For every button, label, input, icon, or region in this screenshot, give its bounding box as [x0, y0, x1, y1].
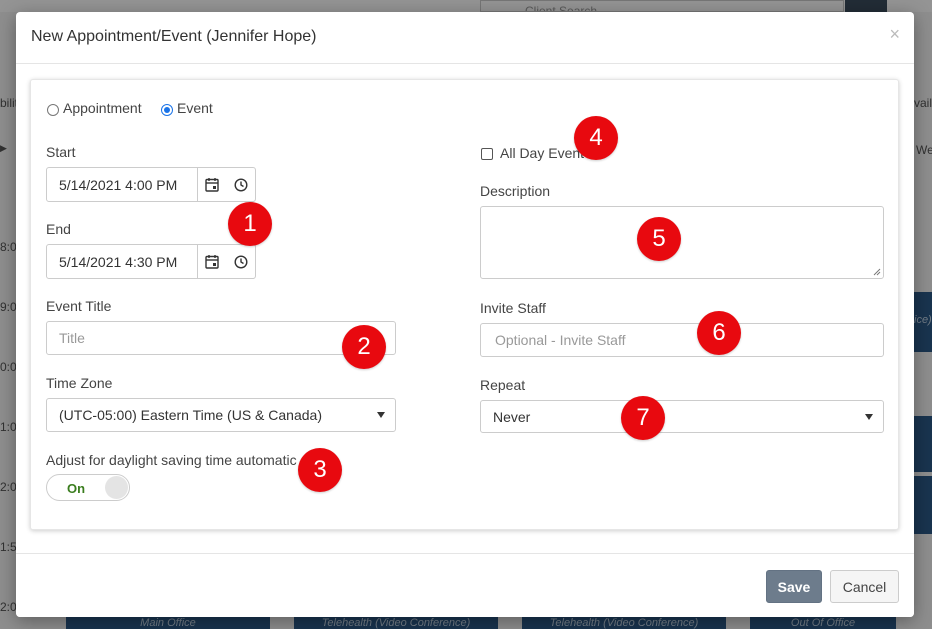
appointment-radio-label[interactable]: Appointment — [63, 100, 142, 116]
clock-icon[interactable] — [226, 168, 255, 201]
dst-toggle-label: On — [67, 481, 86, 496]
close-icon[interactable]: × — [889, 24, 900, 45]
cancel-button[interactable]: Cancel — [830, 570, 899, 603]
dst-label: Adjust for daylight saving time automati… — [46, 452, 297, 468]
calendar-icon[interactable] — [197, 245, 226, 278]
toggle-knob — [105, 476, 128, 499]
description-textarea[interactable] — [480, 206, 884, 279]
resize-grip-icon[interactable] — [873, 268, 881, 276]
dst-toggle[interactable]: On — [46, 474, 130, 501]
event-title-label: Event Title — [46, 298, 112, 314]
invite-staff-input[interactable]: Optional - Invite Staff — [480, 323, 884, 357]
repeat-value: Never — [493, 408, 531, 425]
new-event-modal: New Appointment/Event (Jennifer Hope) × … — [16, 12, 914, 617]
time-zone-select[interactable]: (UTC-05:00) Eastern Time (US & Canada) — [46, 398, 396, 432]
calendar-icon[interactable] — [197, 168, 226, 201]
annotation-badge-4: 4 — [574, 116, 618, 160]
end-label: End — [46, 221, 71, 237]
appointment-radio[interactable] — [47, 104, 59, 116]
time-zone-label: Time Zone — [46, 375, 113, 391]
repeat-label: Repeat — [480, 377, 526, 393]
time-zone-value: (UTC-05:00) Eastern Time (US & Canada) — [59, 407, 322, 423]
modal-body: Appointment Event Start 5/14/2021 4:00 P… — [30, 79, 899, 530]
end-datetime-field[interactable]: 5/14/2021 4:30 PM — [46, 244, 256, 279]
clock-icon[interactable] — [226, 245, 255, 278]
modal-footer: Save Cancel — [16, 553, 914, 617]
start-label: Start — [46, 144, 76, 160]
modal-title: New Appointment/Event (Jennifer Hope) — [31, 28, 317, 45]
event-radio[interactable] — [161, 104, 173, 116]
all-day-checkbox[interactable] — [481, 148, 493, 160]
end-datetime-value[interactable]: 5/14/2021 4:30 PM — [47, 245, 197, 278]
repeat-select[interactable]: Never — [480, 400, 884, 433]
annotation-badge-6: 6 — [697, 311, 741, 355]
start-datetime-value[interactable]: 5/14/2021 4:00 PM — [47, 168, 197, 201]
modal-header: New Appointment/Event (Jennifer Hope) × — [16, 12, 914, 64]
caret-down-icon — [865, 413, 873, 420]
invite-staff-label: Invite Staff — [480, 300, 546, 316]
caret-down-icon — [377, 412, 385, 418]
save-button[interactable]: Save — [766, 570, 822, 603]
annotation-badge-1: 1 — [228, 202, 272, 246]
annotation-badge-3: 3 — [298, 448, 342, 492]
start-datetime-field[interactable]: 5/14/2021 4:00 PM — [46, 167, 256, 202]
all-day-label[interactable]: All Day Event — [500, 145, 584, 161]
event-radio-label[interactable]: Event — [177, 100, 213, 116]
annotation-badge-7: 7 — [621, 396, 665, 440]
description-label: Description — [480, 183, 551, 199]
annotation-badge-2: 2 — [342, 325, 386, 369]
annotation-badge-5: 5 — [637, 217, 681, 261]
